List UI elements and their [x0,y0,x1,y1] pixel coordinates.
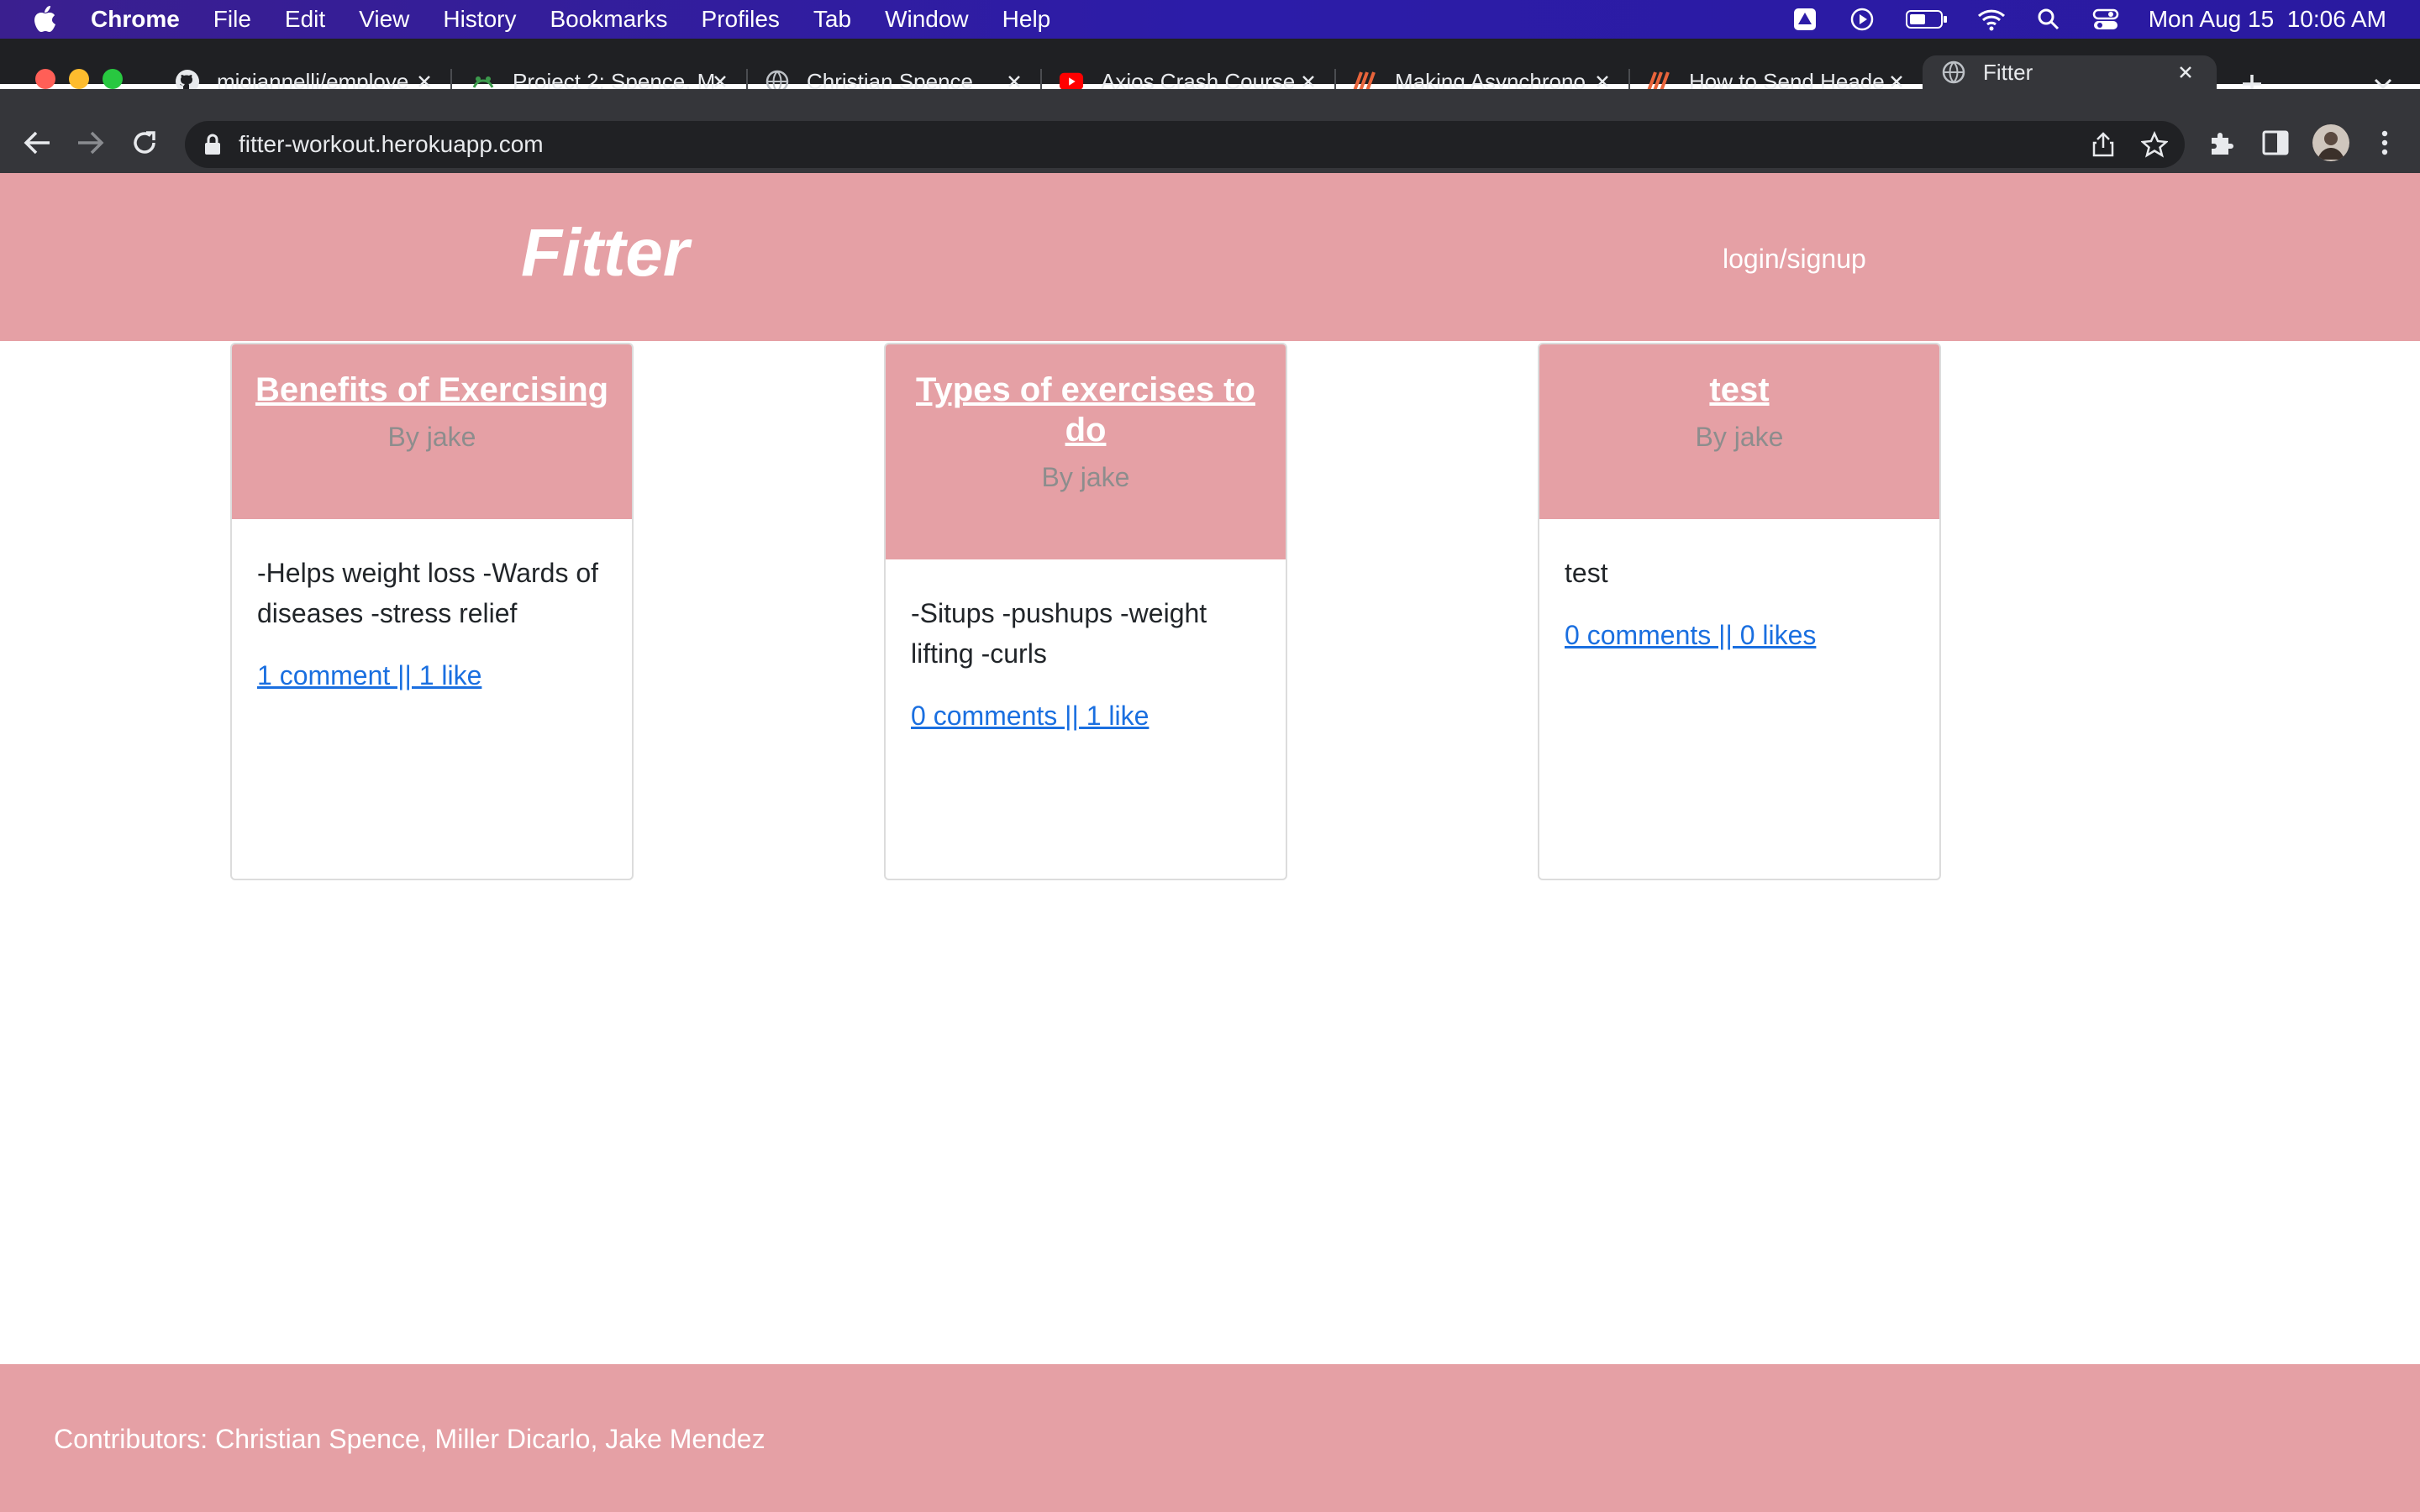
post-card: Types of exercises to do By jake -Situps… [884,343,1287,880]
post-card-header: test By jake [1539,344,1939,519]
menu-bookmarks[interactable]: Bookmarks [550,6,667,33]
puzzle-icon [2212,133,2233,155]
side-panel-icon [2262,130,2289,155]
post-card-header: Types of exercises to do By jake [886,344,1286,559]
menu-profiles[interactable]: Profiles [702,6,780,33]
address-bar[interactable]: fitter-workout.herokuapp.com [185,121,2185,168]
side-panel-button[interactable] [2259,126,2292,160]
globe-icon [1941,60,1966,85]
tab-title: Fitter [1983,59,2033,85]
forward-button[interactable] [74,126,108,160]
tab-close-icon[interactable] [2173,60,2198,85]
url-text[interactable]: fitter-workout.herokuapp.com [239,131,544,158]
login-signup-link[interactable]: login/signup [1723,244,1866,275]
post-comments-likes-link[interactable]: 0 comments || 0 likes [1565,620,1816,651]
post-comments-likes-link[interactable]: 1 comment || 1 like [257,660,481,691]
close-window-button[interactable] [35,69,55,89]
wifi-icon[interactable] [1977,5,2006,34]
post-title-link[interactable]: Types of exercises to do [902,370,1269,450]
post-body-text: -Helps weight loss -Wards of diseases -s… [257,558,599,628]
battery-icon[interactable] [1905,5,1949,34]
post-card: Benefits of Exercising By jake -Helps we… [230,343,634,880]
menu-history[interactable]: History [443,6,516,33]
post-author: By jake [1695,422,1784,452]
post-card-body: test 0 comments || 0 likes [1539,519,1939,685]
post-card: test By jake test 0 comments || 0 likes [1538,343,1941,880]
back-button[interactable] [20,126,54,160]
footer-contributors: Contributors: Christian Spence, Miller D… [54,1424,765,1454]
post-title-link[interactable]: Benefits of Exercising [249,370,615,410]
menu-help[interactable]: Help [1002,6,1051,33]
back-arrow-icon [24,131,50,155]
post-body-text: test [1565,558,1608,588]
more-vertical-icon [2381,130,2388,155]
post-title-link[interactable]: test [1556,370,1923,410]
menubar-status-area: Mon Aug 15 10:06 AM [1791,0,2386,39]
extensions-button[interactable] [2205,126,2238,160]
post-card-body: -Situps -pushups -weight lifting -curls … [886,559,1286,765]
apple-icon[interactable] [32,5,57,34]
post-author: By jake [1041,462,1130,492]
tab-fitter[interactable]: Fitter [1923,55,2217,89]
menu-app-name[interactable]: Chrome [91,6,180,33]
menu-edit[interactable]: Edit [285,6,325,33]
control-center-icon[interactable] [2091,5,2120,34]
bookmark-star-icon[interactable] [2141,131,2168,158]
post-card-header: Benefits of Exercising By jake [232,344,632,519]
menubar-clock[interactable]: Mon Aug 15 10:06 AM [2149,6,2386,33]
chevron-down-icon [2374,78,2392,90]
play-icon[interactable] [1848,5,1876,34]
reload-button[interactable] [128,126,161,160]
site-logo[interactable]: Fitter [521,214,689,291]
chrome-menu-button[interactable] [2368,126,2402,160]
forward-arrow-icon [78,131,104,155]
menu-window[interactable]: Window [885,6,969,33]
post-body-text: -Situps -pushups -weight lifting -curls [911,598,1207,669]
reload-icon [134,131,155,154]
drive-icon[interactable] [1791,5,1819,34]
post-author: By jake [387,422,476,452]
lock-icon[interactable] [203,133,222,156]
avatar [2312,124,2349,161]
profile-avatar[interactable] [2312,124,2349,161]
post-card-body: -Helps weight loss -Wards of diseases -s… [232,519,632,725]
minimize-window-button[interactable] [69,69,89,89]
search-icon[interactable] [2034,5,2063,34]
menu-tab[interactable]: Tab [813,6,851,33]
post-comments-likes-link[interactable]: 0 comments || 1 like [911,701,1149,732]
mac-menu-bar: Chrome File Edit View History Bookmarks … [0,0,2420,39]
menu-view[interactable]: View [359,6,409,33]
maximize-window-button[interactable] [103,69,123,89]
menu-file[interactable]: File [213,6,251,33]
share-icon[interactable] [2092,132,2114,157]
site-header [0,173,2420,341]
